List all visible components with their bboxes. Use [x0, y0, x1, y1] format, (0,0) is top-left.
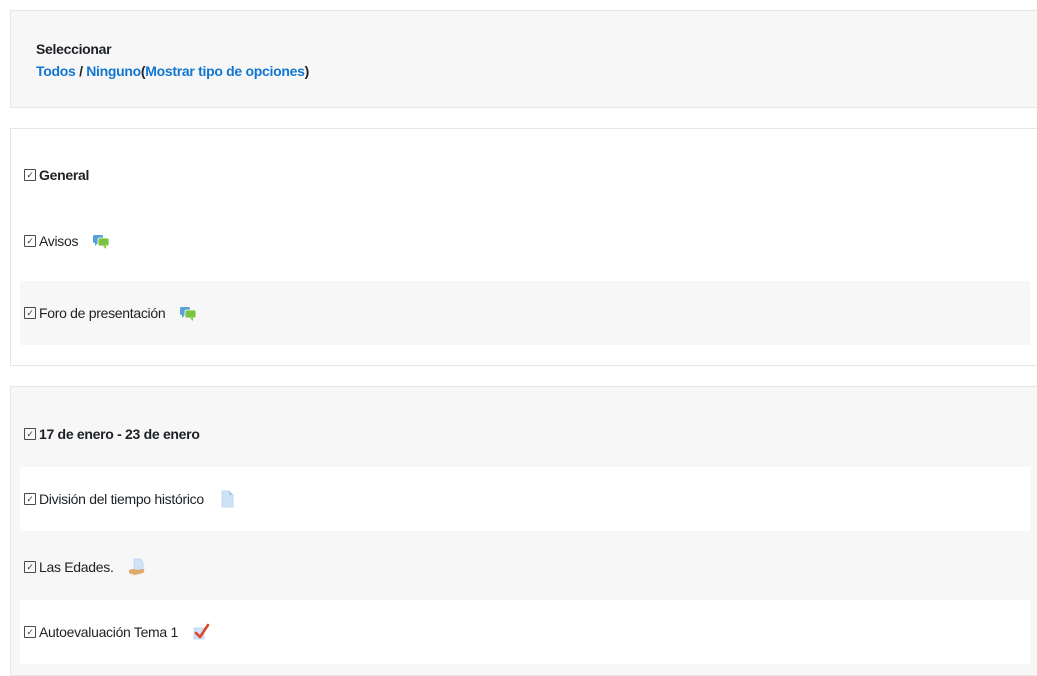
item-checkbox[interactable]: ✓ — [24, 235, 36, 247]
section-title: 17 de enero - 23 de enero — [39, 426, 200, 442]
close-paren: ) — [304, 63, 310, 79]
list-item: ✓ Foro de presentación — [20, 281, 1030, 345]
page-icon — [218, 490, 236, 508]
item-label: Autoevaluación Tema 1 — [39, 624, 178, 640]
select-all-link[interactable]: Todos — [36, 63, 76, 79]
quiz-icon — [192, 623, 210, 641]
section-checkbox[interactable]: ✓ — [24, 428, 36, 440]
separator: / — [79, 63, 83, 79]
list-item: ✓ División del tiempo histórico — [20, 467, 1030, 531]
show-type-options-link[interactable]: Mostrar tipo de opciones — [145, 63, 305, 79]
list-item: ✓ Autoevaluación Tema 1 — [20, 600, 1030, 664]
select-panel: Seleccionar Todos / Ninguno(Mostrar tipo… — [10, 10, 1037, 108]
item-checkbox[interactable]: ✓ — [24, 626, 36, 638]
item-checkbox[interactable]: ✓ — [24, 561, 36, 573]
select-none-link[interactable]: Ninguno — [86, 63, 141, 79]
forum-icon — [92, 232, 110, 250]
item-label: Las Edades. — [39, 559, 114, 575]
section-checkbox[interactable]: ✓ — [24, 169, 36, 181]
select-links: Todos / Ninguno(Mostrar tipo de opciones… — [36, 63, 309, 79]
section-header-week: ✓ 17 de enero - 23 de enero — [20, 402, 1030, 466]
resource-icon — [128, 558, 146, 576]
list-item: ✓ Las Edades. — [20, 535, 1030, 599]
select-title: Seleccionar — [36, 41, 112, 57]
item-checkbox[interactable]: ✓ — [24, 307, 36, 319]
item-label: Foro de presentación — [39, 305, 166, 321]
list-item: ✓ Avisos — [20, 209, 1030, 273]
forum-icon — [179, 304, 197, 322]
item-label: División del tiempo histórico — [39, 491, 204, 507]
item-label: Avisos — [39, 233, 79, 249]
section-header-general: ✓ General — [20, 143, 1030, 207]
item-checkbox[interactable]: ✓ — [24, 493, 36, 505]
section-title: General — [39, 167, 90, 183]
